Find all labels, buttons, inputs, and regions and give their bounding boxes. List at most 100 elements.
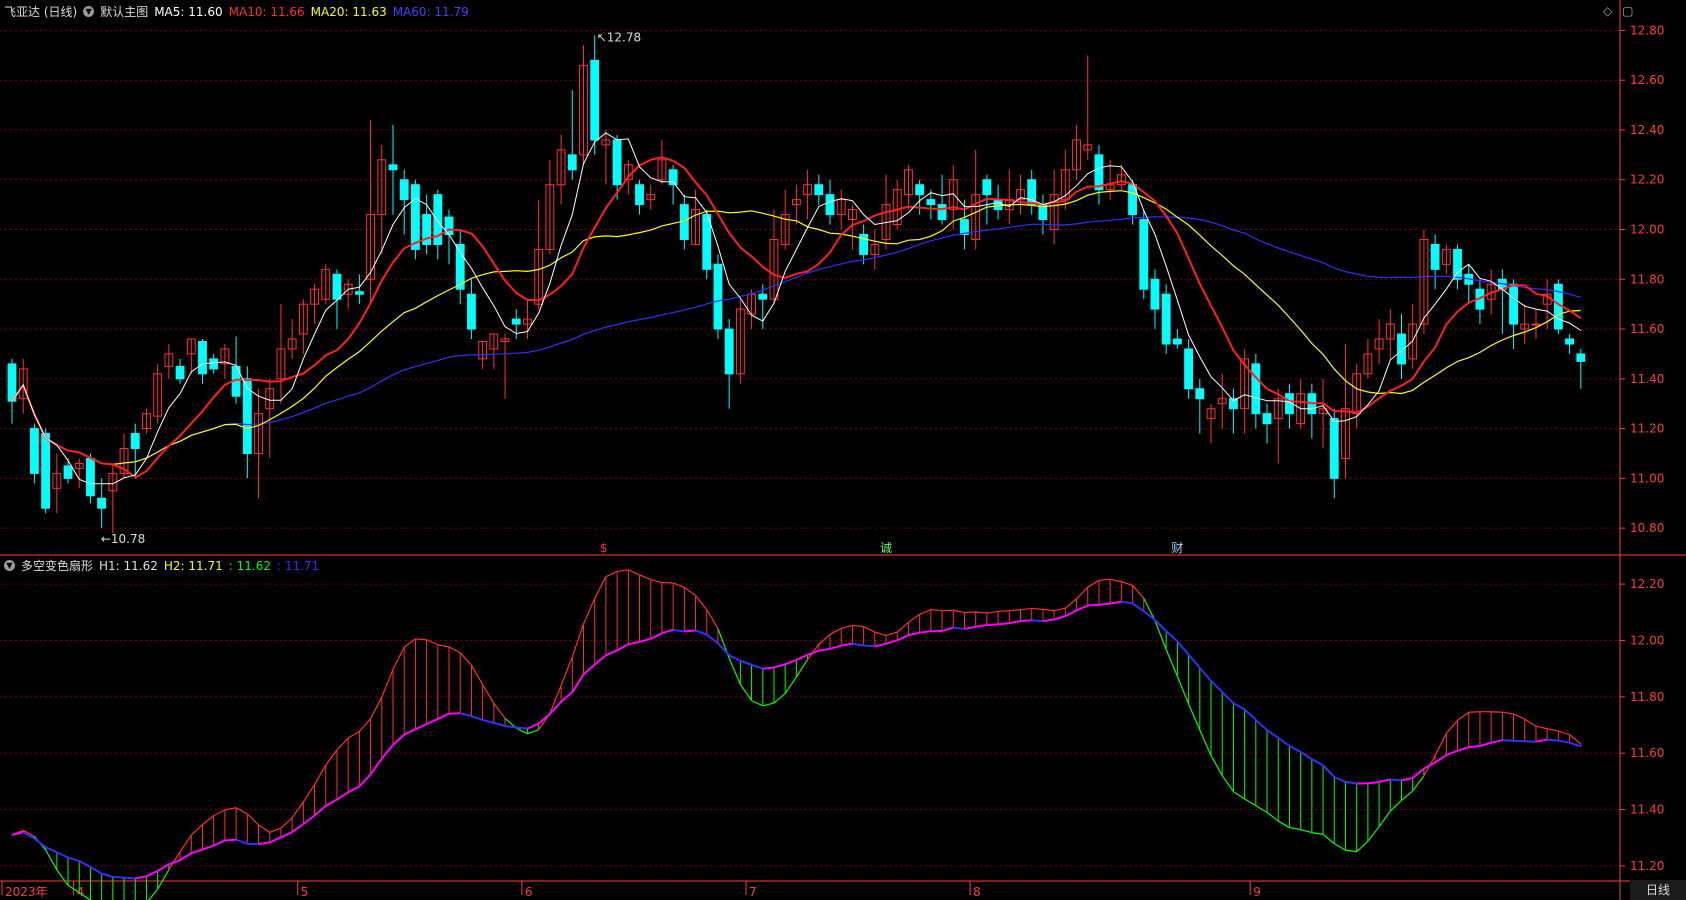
h2-line-segment xyxy=(784,659,797,666)
h2-value: H2: 11.71 xyxy=(163,558,223,573)
h1-line-segment xyxy=(459,652,472,666)
h1-line-segment xyxy=(863,626,876,633)
h2-line-segment xyxy=(650,632,663,640)
stock-name[interactable]: 飞亚达 (日线) xyxy=(4,3,77,20)
v4-value: : 11.71 xyxy=(276,558,320,573)
candle-down xyxy=(825,194,835,216)
h2-line-segment xyxy=(1121,600,1133,605)
h2-line-segment xyxy=(1390,778,1402,782)
h2-line-segment xyxy=(616,643,629,652)
h1-line-segment xyxy=(1524,718,1537,727)
h2-line-segment xyxy=(369,758,383,775)
h2-line-segment xyxy=(571,674,585,693)
h2-line-segment xyxy=(11,831,24,836)
h2-line-segment xyxy=(1187,654,1201,669)
h1-line-segment xyxy=(1199,729,1212,756)
h1-line-segment xyxy=(190,824,203,836)
h1-line-segment xyxy=(762,702,775,707)
h2-line-segment xyxy=(403,728,416,736)
h2-line-segment xyxy=(874,642,887,648)
candle-down xyxy=(198,340,207,375)
h1-line-segment xyxy=(942,609,954,612)
h1-line-segment xyxy=(482,684,495,704)
indicator-menu-icon[interactable]: ▼ xyxy=(4,560,15,571)
h1-line-segment xyxy=(1502,711,1514,715)
period-label[interactable]: 日线 xyxy=(1630,880,1686,900)
candle-down xyxy=(209,358,219,370)
h1-line-segment xyxy=(1132,585,1145,599)
template-menu-icon[interactable]: ▼ xyxy=(83,6,95,17)
h2-line-segment xyxy=(1547,738,1559,742)
h1-line-segment xyxy=(1210,755,1223,776)
candle-down xyxy=(1172,338,1182,345)
h1-line-segment xyxy=(885,631,898,637)
h1-line-segment xyxy=(437,644,450,648)
indicator-name[interactable]: 多空变色扇形 xyxy=(21,557,93,574)
h1-line-segment xyxy=(1300,829,1313,834)
h1-line-segment xyxy=(728,658,741,685)
h2-line-segment xyxy=(997,622,1010,626)
h1-line-segment xyxy=(1110,578,1122,583)
h2-line-segment xyxy=(594,654,607,666)
h1-line-segment xyxy=(235,807,248,815)
h1-line-segment xyxy=(975,611,987,614)
h1-line-segment xyxy=(874,631,887,637)
h1-line-segment xyxy=(280,817,293,829)
h1-line-segment xyxy=(246,813,259,826)
h2-line-segment xyxy=(1064,609,1077,617)
h2-line-segment xyxy=(695,629,708,636)
window-icon[interactable]: ▢ xyxy=(1622,4,1633,18)
candle-down xyxy=(814,184,824,196)
h1-line-segment xyxy=(347,730,360,739)
h1-line-segment xyxy=(1378,810,1391,828)
h1-line-segment xyxy=(1031,607,1043,611)
candle-down xyxy=(724,328,734,375)
kline-chart[interactable]: 12.80 12.60 12.40 12.20 12.00 11.80 11.60 11.40… xyxy=(0,0,1686,900)
h1-line-segment xyxy=(370,696,383,719)
h1-line-segment xyxy=(998,610,1010,613)
h2-line-segment xyxy=(482,719,495,724)
candle-down xyxy=(130,433,140,449)
sub-y-tick-label: 11.80 xyxy=(1630,690,1664,704)
candle-down xyxy=(1150,278,1160,310)
x-tick-label: 9 xyxy=(1253,885,1261,899)
h2-line-segment xyxy=(179,852,192,862)
candle-down xyxy=(1453,248,1462,280)
h1-line-segment xyxy=(56,869,69,886)
h2-line-segment xyxy=(459,712,472,718)
h1-line-segment xyxy=(493,703,506,719)
h1-line-segment xyxy=(1311,832,1324,835)
h1-line-segment xyxy=(45,849,58,871)
h1-line-segment xyxy=(1176,676,1190,705)
template-name[interactable]: 默认主图 xyxy=(100,3,148,20)
h2-line-segment xyxy=(157,863,170,872)
candle-down xyxy=(1262,413,1272,425)
h2-line-segment xyxy=(280,831,293,839)
h1-line-segment xyxy=(392,646,405,670)
candle-down xyxy=(410,184,420,250)
candle-down xyxy=(1195,388,1205,400)
h2-line-segment xyxy=(224,838,237,842)
h2-line-segment xyxy=(1232,702,1246,711)
diamond-icon[interactable]: ◇ xyxy=(1603,4,1612,18)
h1-line-segment xyxy=(1434,733,1447,756)
h2-line-segment xyxy=(863,644,875,648)
h2-line-segment xyxy=(1490,739,1503,744)
candle-down xyxy=(1430,243,1440,270)
h2-line-segment xyxy=(213,839,226,847)
h2-line-segment xyxy=(1345,780,1357,785)
h1-line-segment xyxy=(1087,579,1100,588)
h1-line-segment xyxy=(1188,703,1201,731)
h2-line-segment xyxy=(135,875,147,880)
h2-line-segment xyxy=(1109,600,1122,605)
h1-line-segment xyxy=(1221,775,1234,792)
candle-down xyxy=(41,433,51,509)
event-mark: $ xyxy=(600,541,608,555)
h2-line-segment xyxy=(291,823,304,833)
h2-line-segment xyxy=(146,870,159,878)
h2-line-segment xyxy=(628,640,640,646)
h2-line-segment xyxy=(1243,708,1257,721)
h2-line-segment xyxy=(661,628,674,635)
h2-line-segment xyxy=(1053,615,1066,621)
h2-line-segment xyxy=(358,773,372,788)
